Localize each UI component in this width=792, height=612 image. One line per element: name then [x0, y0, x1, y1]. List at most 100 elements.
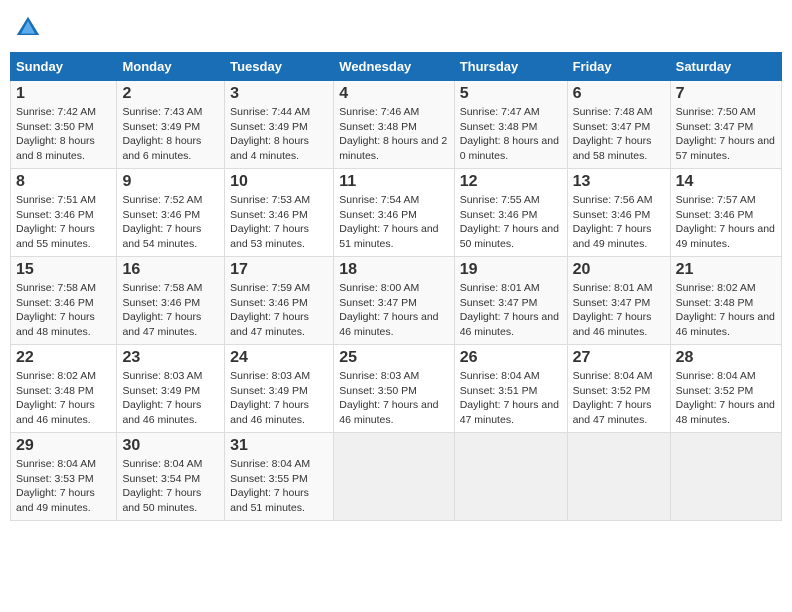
day-number: 18 — [339, 261, 448, 279]
day-detail: Sunrise: 8:02 AMSunset: 3:48 PMDaylight:… — [676, 281, 776, 340]
day-cell-16: 16 Sunrise: 7:58 AMSunset: 3:46 PMDaylig… — [117, 257, 225, 345]
day-number: 4 — [339, 85, 448, 103]
day-detail: Sunrise: 8:03 AMSunset: 3:49 PMDaylight:… — [122, 369, 219, 428]
day-cell-31: 31 Sunrise: 8:04 AMSunset: 3:55 PMDaylig… — [225, 433, 334, 521]
header-friday: Friday — [567, 53, 670, 81]
day-detail: Sunrise: 8:04 AMSunset: 3:51 PMDaylight:… — [460, 369, 562, 428]
day-cell-17: 17 Sunrise: 7:59 AMSunset: 3:46 PMDaylig… — [225, 257, 334, 345]
day-number: 25 — [339, 349, 448, 367]
day-number: 24 — [230, 349, 328, 367]
day-detail: Sunrise: 8:04 AMSunset: 3:54 PMDaylight:… — [122, 457, 219, 516]
day-detail: Sunrise: 7:46 AMSunset: 3:48 PMDaylight:… — [339, 105, 448, 164]
empty-cell — [454, 433, 567, 521]
day-number: 3 — [230, 85, 328, 103]
day-detail: Sunrise: 7:47 AMSunset: 3:48 PMDaylight:… — [460, 105, 562, 164]
day-cell-3: 3 Sunrise: 7:44 AMSunset: 3:49 PMDayligh… — [225, 81, 334, 169]
day-detail: Sunrise: 7:58 AMSunset: 3:46 PMDaylight:… — [122, 281, 219, 340]
empty-cell — [670, 433, 781, 521]
day-cell-30: 30 Sunrise: 8:04 AMSunset: 3:54 PMDaylig… — [117, 433, 225, 521]
header-row: SundayMondayTuesdayWednesdayThursdayFrid… — [11, 53, 782, 81]
day-number: 16 — [122, 261, 219, 279]
day-number: 17 — [230, 261, 328, 279]
day-number: 8 — [16, 173, 111, 191]
day-number: 23 — [122, 349, 219, 367]
header-sunday: Sunday — [11, 53, 117, 81]
header-wednesday: Wednesday — [334, 53, 454, 81]
day-detail: Sunrise: 7:43 AMSunset: 3:49 PMDaylight:… — [122, 105, 219, 164]
day-number: 5 — [460, 85, 562, 103]
day-detail: Sunrise: 8:03 AMSunset: 3:50 PMDaylight:… — [339, 369, 448, 428]
day-cell-15: 15 Sunrise: 7:58 AMSunset: 3:46 PMDaylig… — [11, 257, 117, 345]
day-cell-12: 12 Sunrise: 7:55 AMSunset: 3:46 PMDaylig… — [454, 169, 567, 257]
day-cell-28: 28 Sunrise: 8:04 AMSunset: 3:52 PMDaylig… — [670, 345, 781, 433]
day-cell-22: 22 Sunrise: 8:02 AMSunset: 3:48 PMDaylig… — [11, 345, 117, 433]
day-detail: Sunrise: 7:50 AMSunset: 3:47 PMDaylight:… — [676, 105, 776, 164]
week-row-3: 15 Sunrise: 7:58 AMSunset: 3:46 PMDaylig… — [11, 257, 782, 345]
day-number: 28 — [676, 349, 776, 367]
day-cell-9: 9 Sunrise: 7:52 AMSunset: 3:46 PMDayligh… — [117, 169, 225, 257]
day-number: 30 — [122, 437, 219, 455]
day-number: 11 — [339, 173, 448, 191]
day-detail: Sunrise: 7:53 AMSunset: 3:46 PMDaylight:… — [230, 193, 328, 252]
day-detail: Sunrise: 8:04 AMSunset: 3:55 PMDaylight:… — [230, 457, 328, 516]
day-detail: Sunrise: 7:42 AMSunset: 3:50 PMDaylight:… — [16, 105, 111, 164]
day-cell-18: 18 Sunrise: 8:00 AMSunset: 3:47 PMDaylig… — [334, 257, 454, 345]
day-detail: Sunrise: 8:01 AMSunset: 3:47 PMDaylight:… — [460, 281, 562, 340]
day-cell-1: 1 Sunrise: 7:42 AMSunset: 3:50 PMDayligh… — [11, 81, 117, 169]
empty-cell — [334, 433, 454, 521]
day-cell-11: 11 Sunrise: 7:54 AMSunset: 3:46 PMDaylig… — [334, 169, 454, 257]
header-saturday: Saturday — [670, 53, 781, 81]
week-row-1: 1 Sunrise: 7:42 AMSunset: 3:50 PMDayligh… — [11, 81, 782, 169]
day-cell-8: 8 Sunrise: 7:51 AMSunset: 3:46 PMDayligh… — [11, 169, 117, 257]
day-detail: Sunrise: 8:02 AMSunset: 3:48 PMDaylight:… — [16, 369, 111, 428]
day-detail: Sunrise: 7:56 AMSunset: 3:46 PMDaylight:… — [573, 193, 665, 252]
day-number: 26 — [460, 349, 562, 367]
day-number: 10 — [230, 173, 328, 191]
logo-icon — [14, 14, 42, 42]
day-detail: Sunrise: 8:04 AMSunset: 3:52 PMDaylight:… — [676, 369, 776, 428]
day-detail: Sunrise: 7:57 AMSunset: 3:46 PMDaylight:… — [676, 193, 776, 252]
page-header — [10, 10, 782, 46]
day-cell-10: 10 Sunrise: 7:53 AMSunset: 3:46 PMDaylig… — [225, 169, 334, 257]
day-detail: Sunrise: 7:55 AMSunset: 3:46 PMDaylight:… — [460, 193, 562, 252]
empty-cell — [567, 433, 670, 521]
day-detail: Sunrise: 8:04 AMSunset: 3:53 PMDaylight:… — [16, 457, 111, 516]
day-cell-21: 21 Sunrise: 8:02 AMSunset: 3:48 PMDaylig… — [670, 257, 781, 345]
day-cell-14: 14 Sunrise: 7:57 AMSunset: 3:46 PMDaylig… — [670, 169, 781, 257]
day-cell-4: 4 Sunrise: 7:46 AMSunset: 3:48 PMDayligh… — [334, 81, 454, 169]
day-number: 31 — [230, 437, 328, 455]
day-number: 7 — [676, 85, 776, 103]
day-cell-6: 6 Sunrise: 7:48 AMSunset: 3:47 PMDayligh… — [567, 81, 670, 169]
logo — [14, 14, 46, 42]
day-number: 20 — [573, 261, 665, 279]
day-cell-19: 19 Sunrise: 8:01 AMSunset: 3:47 PMDaylig… — [454, 257, 567, 345]
header-tuesday: Tuesday — [225, 53, 334, 81]
day-cell-24: 24 Sunrise: 8:03 AMSunset: 3:49 PMDaylig… — [225, 345, 334, 433]
header-monday: Monday — [117, 53, 225, 81]
week-row-5: 29 Sunrise: 8:04 AMSunset: 3:53 PMDaylig… — [11, 433, 782, 521]
day-number: 22 — [16, 349, 111, 367]
day-detail: Sunrise: 7:58 AMSunset: 3:46 PMDaylight:… — [16, 281, 111, 340]
day-number: 29 — [16, 437, 111, 455]
day-number: 9 — [122, 173, 219, 191]
day-number: 14 — [676, 173, 776, 191]
day-number: 1 — [16, 85, 111, 103]
day-detail: Sunrise: 7:52 AMSunset: 3:46 PMDaylight:… — [122, 193, 219, 252]
week-row-4: 22 Sunrise: 8:02 AMSunset: 3:48 PMDaylig… — [11, 345, 782, 433]
day-cell-5: 5 Sunrise: 7:47 AMSunset: 3:48 PMDayligh… — [454, 81, 567, 169]
header-thursday: Thursday — [454, 53, 567, 81]
day-cell-25: 25 Sunrise: 8:03 AMSunset: 3:50 PMDaylig… — [334, 345, 454, 433]
day-detail: Sunrise: 8:03 AMSunset: 3:49 PMDaylight:… — [230, 369, 328, 428]
day-detail: Sunrise: 7:48 AMSunset: 3:47 PMDaylight:… — [573, 105, 665, 164]
day-detail: Sunrise: 7:54 AMSunset: 3:46 PMDaylight:… — [339, 193, 448, 252]
day-cell-20: 20 Sunrise: 8:01 AMSunset: 3:47 PMDaylig… — [567, 257, 670, 345]
day-detail: Sunrise: 8:00 AMSunset: 3:47 PMDaylight:… — [339, 281, 448, 340]
day-number: 27 — [573, 349, 665, 367]
day-cell-27: 27 Sunrise: 8:04 AMSunset: 3:52 PMDaylig… — [567, 345, 670, 433]
calendar-table: SundayMondayTuesdayWednesdayThursdayFrid… — [10, 52, 782, 521]
day-cell-23: 23 Sunrise: 8:03 AMSunset: 3:49 PMDaylig… — [117, 345, 225, 433]
day-number: 15 — [16, 261, 111, 279]
day-number: 6 — [573, 85, 665, 103]
day-number: 12 — [460, 173, 562, 191]
week-row-2: 8 Sunrise: 7:51 AMSunset: 3:46 PMDayligh… — [11, 169, 782, 257]
